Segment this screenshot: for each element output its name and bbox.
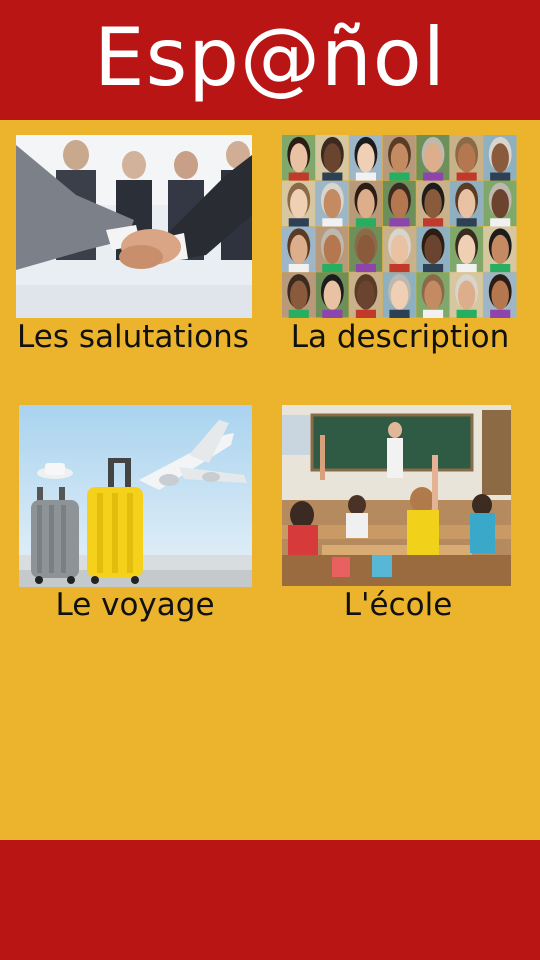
topic-card-description[interactable]: La description [282, 135, 518, 365]
handshake-image [16, 135, 252, 318]
topic-label: La description [290, 319, 510, 355]
app-footer [0, 840, 540, 960]
app-title: Esp@ñol [94, 10, 446, 104]
app-header: Esp@ñol [0, 0, 540, 120]
topic-card-voyage[interactable]: Le voyage [19, 405, 255, 635]
luggage-airplane-image [19, 405, 252, 587]
faces-collage-image [282, 135, 517, 318]
topic-grid: Les salutations La description Le voyage… [0, 120, 540, 840]
classroom-image [282, 405, 511, 586]
topic-label: Le voyage [55, 587, 215, 623]
topic-card-salutations[interactable]: Les salutations [16, 135, 256, 365]
topic-card-ecole[interactable]: L'école [282, 405, 514, 635]
topic-label: Les salutations [17, 319, 249, 355]
topic-label: L'école [343, 587, 453, 623]
